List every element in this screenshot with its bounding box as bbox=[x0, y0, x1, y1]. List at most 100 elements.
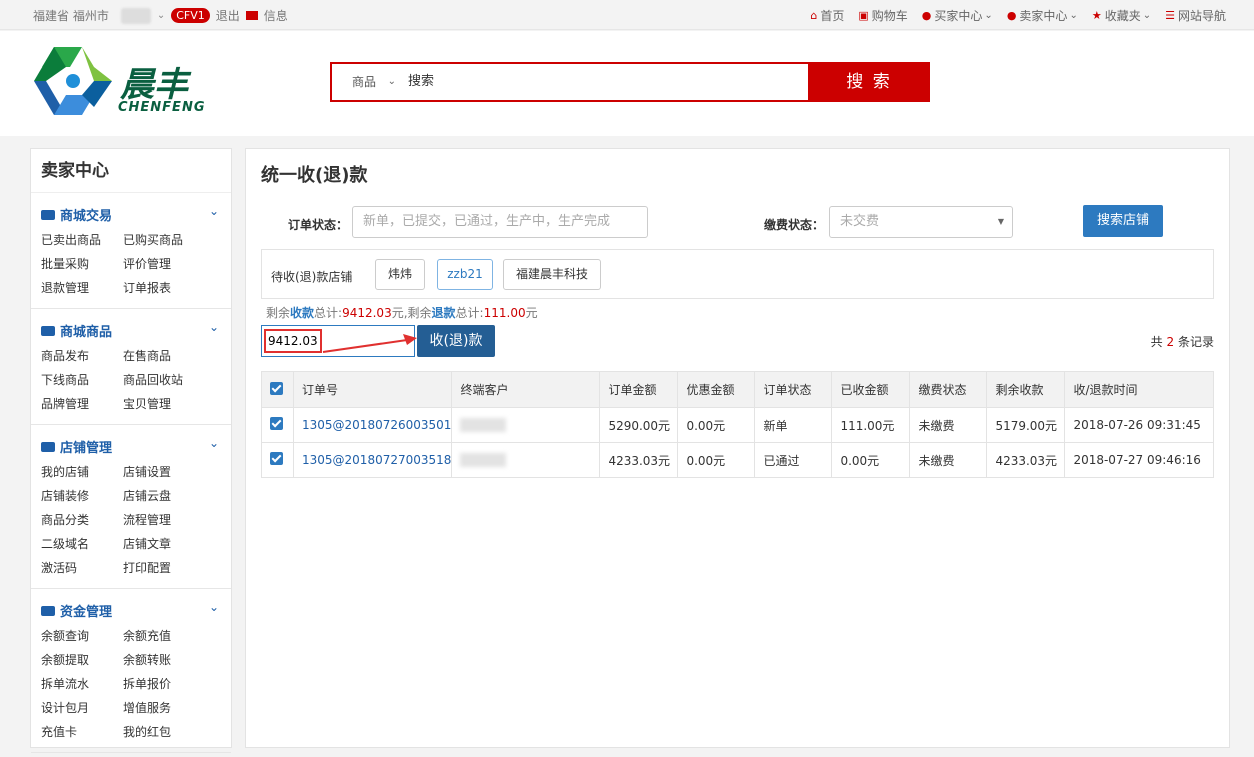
sidebar-link[interactable]: 二级域名 bbox=[41, 532, 123, 556]
caret-down-icon: ▼ bbox=[997, 217, 1004, 226]
page-title: 统一收(退)款 bbox=[261, 165, 368, 186]
chevron-down-icon[interactable]: ⌄ bbox=[157, 10, 165, 21]
collect-refund-button[interactable]: 收(退)款 bbox=[417, 325, 495, 357]
search-bar: 商品 ⌄ 搜索 搜 索 bbox=[330, 62, 930, 102]
sidebar-link[interactable]: 商品回收站 bbox=[123, 368, 205, 392]
sidebar-link[interactable]: 拆单报价 bbox=[123, 672, 205, 696]
sidebar-link[interactable]: 拆单流水 bbox=[41, 672, 123, 696]
table-row: 1305@20180726003501 5290.00元 0.00元 新单 11… bbox=[261, 407, 1214, 443]
sidebar-link[interactable]: 店铺云盘 bbox=[123, 484, 205, 508]
time-cell: 2018-07-26 09:31:45 bbox=[1064, 407, 1214, 443]
sidebar-link[interactable]: 流程管理 bbox=[123, 508, 205, 532]
sidebar-link[interactable]: 商品分类 bbox=[41, 508, 123, 532]
chevron-down-icon[interactable]: ⌄ bbox=[209, 436, 219, 450]
sidebar-link[interactable]: 设计包月 bbox=[41, 696, 123, 720]
sidebar-link[interactable]: 店铺设置 bbox=[123, 460, 205, 484]
sidebar-section-header[interactable]: 商城商品 ⌄ bbox=[41, 320, 221, 340]
checkbox-checked-icon bbox=[270, 417, 283, 430]
sidebar-link[interactable]: 我的红包 bbox=[123, 720, 205, 744]
sidebar-link[interactable]: 宝贝管理 bbox=[123, 392, 205, 416]
table-header-row: 订单号 终端客户 订单金额 优惠金额 订单状态 已收金额 缴费状态 剩余收款 收… bbox=[261, 371, 1214, 408]
row-checkbox[interactable] bbox=[261, 407, 294, 443]
sidebar-link[interactable]: 退款管理 bbox=[41, 276, 123, 300]
logo[interactable]: 晨丰 CHENFENG bbox=[32, 45, 232, 120]
discount-cell: 0.00元 bbox=[677, 442, 756, 478]
sidebar-link[interactable]: 订单报表 bbox=[123, 276, 205, 300]
discount-cell: 0.00元 bbox=[677, 407, 756, 443]
logout-link[interactable]: 退出 bbox=[216, 7, 240, 24]
order-number-link[interactable]: 1305@20180726003501 bbox=[292, 407, 453, 443]
customer-name-blurred bbox=[460, 453, 507, 468]
sidebar-section-trade: 商城交易 ⌄ 已卖出商品 已购买商品 批量采购 评价管理 退款管理 订单报表 bbox=[31, 193, 231, 309]
chevron-down-icon[interactable]: ⌄ bbox=[209, 320, 219, 334]
customer-cell bbox=[451, 442, 601, 478]
chevron-down-icon[interactable]: ⌄ bbox=[209, 204, 219, 218]
column-header: 已收金额 bbox=[831, 371, 911, 408]
sidebar-link[interactable]: 余额提取 bbox=[41, 648, 123, 672]
header: 晨丰 CHENFENG 商品 ⌄ 搜索 搜 索 bbox=[0, 31, 1254, 136]
sidebar-link[interactable]: 已购买商品 bbox=[123, 228, 205, 252]
row-checkbox[interactable] bbox=[261, 442, 294, 478]
sidebar-section-funds: 资金管理 ⌄ 余额查询 余额充值 余额提取 余额转账 拆单流水 拆单报价 设计包… bbox=[31, 589, 231, 753]
search-category-select[interactable]: 商品 ⌄ bbox=[332, 64, 404, 100]
sidebar-section-header[interactable]: 店铺管理 ⌄ bbox=[41, 436, 221, 456]
shop-tag[interactable]: 福建晨丰科技 bbox=[503, 259, 601, 290]
received-cell: 111.00元 bbox=[831, 407, 911, 443]
customer-cell bbox=[451, 407, 601, 443]
nav-home[interactable]: ⌂ 首页 bbox=[810, 7, 844, 24]
sidebar-link[interactable]: 在售商品 bbox=[123, 344, 205, 368]
sidebar-link[interactable]: 我的店铺 bbox=[41, 460, 123, 484]
search-input[interactable]: 搜索 bbox=[404, 64, 808, 100]
nav-cart[interactable]: ▣ 购物车 bbox=[858, 7, 907, 24]
sidebar-link[interactable]: 激活码 bbox=[41, 556, 123, 580]
table-row: 1305@20180727003518 4233.03元 0.00元 已通过 0… bbox=[261, 442, 1214, 478]
column-header: 订单状态 bbox=[754, 371, 833, 408]
shop-tag-selected[interactable]: zzb21 bbox=[437, 259, 493, 290]
sidebar-link[interactable]: 下线商品 bbox=[41, 368, 123, 392]
sidebar-link[interactable]: 余额查询 bbox=[41, 624, 123, 648]
sidebar-section-header[interactable]: 商城交易 ⌄ bbox=[41, 204, 221, 224]
search-button[interactable]: 搜 索 bbox=[808, 62, 930, 102]
sidebar-link[interactable]: 充值卡 bbox=[41, 720, 123, 744]
search-shop-button[interactable]: 搜索店铺 bbox=[1083, 205, 1163, 237]
pay-status-cell: 未缴费 bbox=[909, 407, 988, 443]
sidebar-link[interactable]: 评价管理 bbox=[123, 252, 205, 276]
sidebar-section-header[interactable]: 资金管理 ⌄ bbox=[41, 600, 221, 620]
orders-table: 订单号 终端客户 订单金额 优惠金额 订单状态 已收金额 缴费状态 剩余收款 收… bbox=[261, 371, 1214, 478]
sidebar-link[interactable]: 已卖出商品 bbox=[41, 228, 123, 252]
received-cell: 0.00元 bbox=[831, 442, 911, 478]
username-blurred[interactable] bbox=[120, 7, 151, 24]
sidebar-link[interactable]: 批量采购 bbox=[41, 252, 123, 276]
annotation-arrow-icon bbox=[322, 334, 417, 353]
messages-link[interactable]: 信息 bbox=[264, 7, 288, 24]
column-header: 订单金额 bbox=[599, 371, 679, 408]
sidebar-link[interactable]: 店铺文章 bbox=[123, 532, 205, 556]
sidebar-link[interactable]: 打印配置 bbox=[123, 556, 205, 580]
nav-seller-center[interactable]: ● 卖家中心 ⌄ bbox=[1007, 7, 1078, 24]
pay-status-select[interactable]: 未交费 ▼ bbox=[829, 206, 1013, 238]
order-status-cell: 已通过 bbox=[754, 442, 833, 478]
checkbox-checked-icon bbox=[270, 381, 283, 395]
location-text: 福建省 福州市 bbox=[33, 9, 109, 23]
order-status-field[interactable]: 新单，已提交，已通过，生产中，生产完成 bbox=[352, 206, 648, 238]
sidebar-link[interactable]: 品牌管理 bbox=[41, 392, 123, 416]
nav-favorites[interactable]: ★ 收藏夹 ⌄ bbox=[1092, 7, 1151, 24]
sidebar-section-goods: 商城商品 ⌄ 商品发布 在售商品 下线商品 商品回收站 品牌管理 宝贝管理 bbox=[31, 309, 231, 425]
nav-site-map[interactable]: ☰ 网站导航 bbox=[1165, 7, 1226, 24]
chevron-down-icon: ⌄ bbox=[984, 10, 993, 21]
sidebar-link[interactable]: 商品发布 bbox=[41, 344, 123, 368]
chevron-down-icon[interactable]: ⌄ bbox=[209, 600, 219, 614]
nav-buyer-center[interactable]: ● 买家中心 ⌄ bbox=[922, 7, 993, 24]
select-all-checkbox[interactable] bbox=[261, 371, 294, 408]
sidebar-link[interactable]: 余额充值 bbox=[123, 624, 205, 648]
shop-tag[interactable]: 炜炜 bbox=[375, 259, 425, 290]
pay-status-label: 缴费状态： bbox=[764, 218, 825, 232]
sidebar-link[interactable]: 增值服务 bbox=[123, 696, 205, 720]
column-header: 收/退款时间 bbox=[1064, 371, 1214, 408]
order-status-cell: 新单 bbox=[754, 407, 833, 443]
pay-status-cell: 未缴费 bbox=[909, 442, 988, 478]
chevron-down-icon: ⌄ bbox=[1142, 10, 1152, 21]
order-number-link[interactable]: 1305@20180727003518 bbox=[292, 442, 453, 478]
sidebar-link[interactable]: 余额转账 bbox=[123, 648, 205, 672]
sidebar-link[interactable]: 店铺装修 bbox=[41, 484, 123, 508]
